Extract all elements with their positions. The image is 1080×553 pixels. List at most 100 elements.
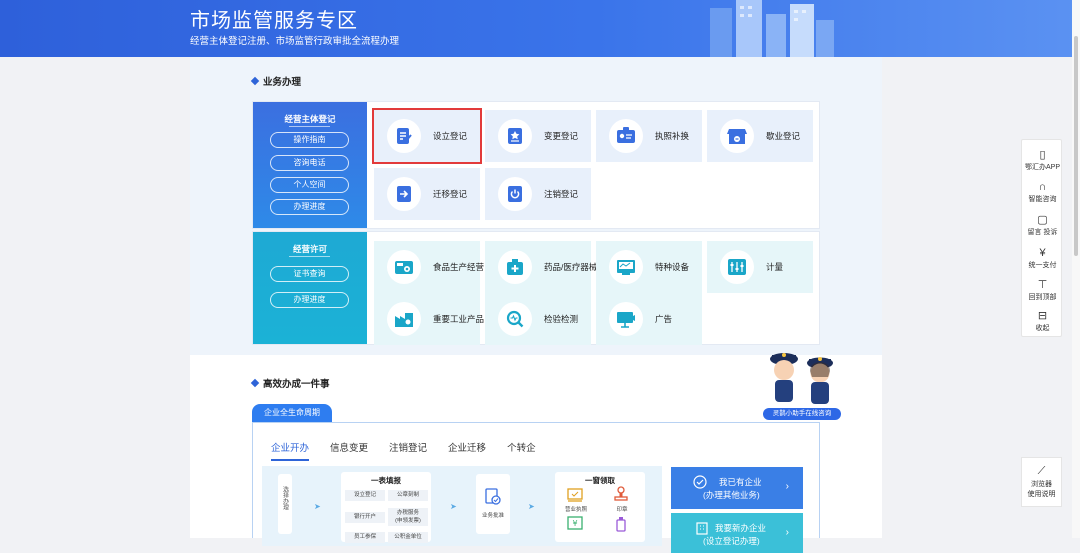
diamond-icon — [250, 378, 260, 388]
tile-establish[interactable]: 设立登记 — [372, 108, 482, 164]
tile-metrology[interactable]: 计量 — [707, 241, 813, 293]
tab-deregister[interactable]: 注销登记 — [389, 440, 427, 461]
rightbar-app[interactable]: ▯ 鄂汇办APP — [1022, 149, 1063, 172]
card-title: 我已有企业 — [719, 477, 762, 487]
approve-doc-icon — [485, 488, 501, 505]
city-illustration — [710, 0, 834, 57]
section-title-text: 业务办理 — [263, 77, 302, 88]
form-title: 一表填报 — [371, 476, 401, 485]
svg-text:¥: ¥ — [572, 519, 577, 528]
link-cert-query[interactable]: 证书查询 — [270, 266, 349, 282]
form-item: 公章刻制 — [388, 490, 428, 501]
assistant-label[interactable]: 灵鹊小助手在线咨询 — [763, 408, 841, 420]
link-personal-space[interactable]: 个人空间 — [270, 177, 349, 193]
card-title: 我要新办企业 — [715, 523, 767, 533]
card-subtitle: (办理其他业务) — [703, 490, 760, 500]
rightbar-top[interactable]: ⊤ 回到顶部 — [1022, 279, 1063, 302]
new-enterprise-card[interactable]: 我要新办企业 (设立登记办理) › — [671, 513, 803, 553]
collapse-icon: ⊟ — [1037, 310, 1048, 322]
rightbar-label: 统一支付 — [1028, 262, 1057, 269]
browser-guide-button[interactable]: ⟋ 浏览器 使用说明 — [1021, 457, 1062, 507]
section-title-onething: 高效办成一件事 — [250, 376, 330, 390]
enterprise-check-icon — [693, 475, 707, 489]
bottle-icon — [616, 517, 626, 532]
tile-special-equipment[interactable]: 特种设备 — [596, 241, 702, 293]
tile-migrate[interactable]: 迁移登记 — [374, 168, 480, 220]
browser-label-2: 使用说明 — [1027, 491, 1056, 498]
building-icon — [696, 522, 708, 535]
seal-icon — [614, 486, 628, 501]
divider — [289, 126, 330, 127]
link-license-progress[interactable]: 办理进度 — [270, 292, 349, 308]
scrollbar[interactable] — [1072, 0, 1080, 538]
lifecycle-tab[interactable]: 企业全生命周期 — [252, 404, 332, 422]
tile-suspend[interactable]: 歇业登记 — [707, 110, 813, 162]
invoice-icon: ¥ — [567, 516, 583, 530]
process-flow: 选择办理 ➤ 一表填报 设立登记 公章刻制 银行开户 办税服务 (申领发票) 员… — [262, 466, 662, 546]
phone-icon: ▯ — [1039, 149, 1046, 161]
tab-individual-to-enterprise[interactable]: 个转企 — [507, 440, 536, 461]
flow-arrow-icon: ➤ — [314, 502, 321, 511]
tab-open[interactable]: 企业开办 — [271, 440, 310, 461]
tile-change[interactable]: 变更登记 — [485, 110, 591, 162]
registration-sidebar: 经营主体登记 操作指南 咨询电话 个人空间 办理进度 — [253, 102, 367, 228]
chevron-right-icon: › — [785, 527, 789, 538]
link-guide[interactable]: 操作指南 — [270, 132, 349, 148]
collect-item: 印章 — [616, 507, 628, 513]
tile-license-replace[interactable]: 执照补换 — [596, 110, 702, 162]
lifecycle-tabs: 企业开办 信息变更 注销登记 企业迁移 个转企 — [271, 440, 557, 461]
star-doc-icon — [498, 119, 532, 153]
rightbar-message[interactable]: ▢ 留言 投诉 — [1022, 214, 1063, 237]
rightbar-payment[interactable]: ¥ 统一支付 — [1022, 247, 1063, 270]
page-subtitle: 经营主体登记注册、市场监管行政审批全流程办理 — [190, 36, 400, 47]
equipment-icon — [609, 250, 643, 284]
tile-cancel[interactable]: 注销登记 — [485, 168, 591, 220]
flow-arrow-icon: ➤ — [528, 502, 535, 511]
approve-label: 业务批准 — [481, 513, 504, 519]
tile-label: 歇业登记 — [766, 131, 801, 141]
license-panel: 经营许可 证书查询 办理进度 食品生产经营 药品/医疗器械 特种设备 计量 重要… — [252, 231, 820, 345]
tile-label: 计量 — [766, 262, 784, 272]
form-item: 设立登记 — [345, 490, 385, 501]
tab-relocate[interactable]: 企业迁移 — [448, 440, 486, 461]
collect-item: 营业执照 — [564, 507, 587, 513]
browser-label-1: 浏览器 — [1031, 481, 1052, 488]
yen-icon: ¥ — [1039, 247, 1046, 259]
link-progress[interactable]: 办理进度 — [270, 199, 349, 215]
tile-label: 执照补换 — [655, 131, 690, 141]
tab-info-change[interactable]: 信息变更 — [330, 440, 368, 461]
existing-enterprise-card[interactable]: 我已有企业 (办理其他业务) › — [671, 467, 803, 509]
section-title-text: 高效办成一件事 — [263, 379, 330, 390]
inspect-icon — [498, 302, 532, 336]
link-hotline[interactable]: 咨询电话 — [270, 155, 349, 171]
rightbar-consult[interactable]: ∩ 智能咨询 — [1022, 181, 1063, 204]
form-item: 办税服务 (申领发票) — [388, 508, 428, 526]
scrollbar-thumb[interactable] — [1074, 36, 1078, 256]
edit-doc-icon — [387, 119, 421, 153]
registration-panel: 经营主体登记 操作指南 咨询电话 个人空间 办理进度 设立登记 变更登记 执照补… — [252, 101, 820, 229]
tile-industrial-products[interactable]: 重要工业产品 — [374, 293, 484, 345]
move-arrow-icon — [387, 177, 421, 211]
collect-box: 一窗领取 营业执照 印章 ¥ — [555, 472, 645, 542]
rightbar-label: 鄂汇办APP — [1024, 164, 1060, 171]
tile-advertising[interactable]: 广告 — [596, 293, 702, 345]
rightbar-collapse[interactable]: ⊟ 收起 — [1022, 310, 1063, 333]
ad-icon — [609, 302, 643, 336]
top-icon: ⊤ — [1037, 279, 1048, 291]
meter-icon — [720, 250, 754, 284]
rightbar-label: 智能咨询 — [1028, 196, 1057, 203]
diamond-icon — [250, 76, 260, 86]
tile-label: 迁移登记 — [433, 189, 468, 199]
food-icon — [387, 250, 421, 284]
tile-medicine[interactable]: 药品/医疗器械 — [485, 241, 597, 293]
tile-inspection[interactable]: 检验检测 — [485, 293, 591, 345]
business-license-icon — [567, 488, 583, 502]
tile-label: 变更登记 — [544, 131, 579, 141]
flow-side-label: 选择办理 — [281, 486, 288, 510]
page-title: 市场监管服务专区 — [190, 10, 358, 32]
tile-label: 特种设备 — [655, 262, 690, 272]
license-sidebar: 经营许可 证书查询 办理进度 — [253, 232, 367, 344]
tile-food[interactable]: 食品生产经营 — [374, 241, 484, 293]
card-subtitle: (设立登记办理) — [703, 536, 760, 546]
message-icon: ▢ — [1037, 214, 1048, 226]
